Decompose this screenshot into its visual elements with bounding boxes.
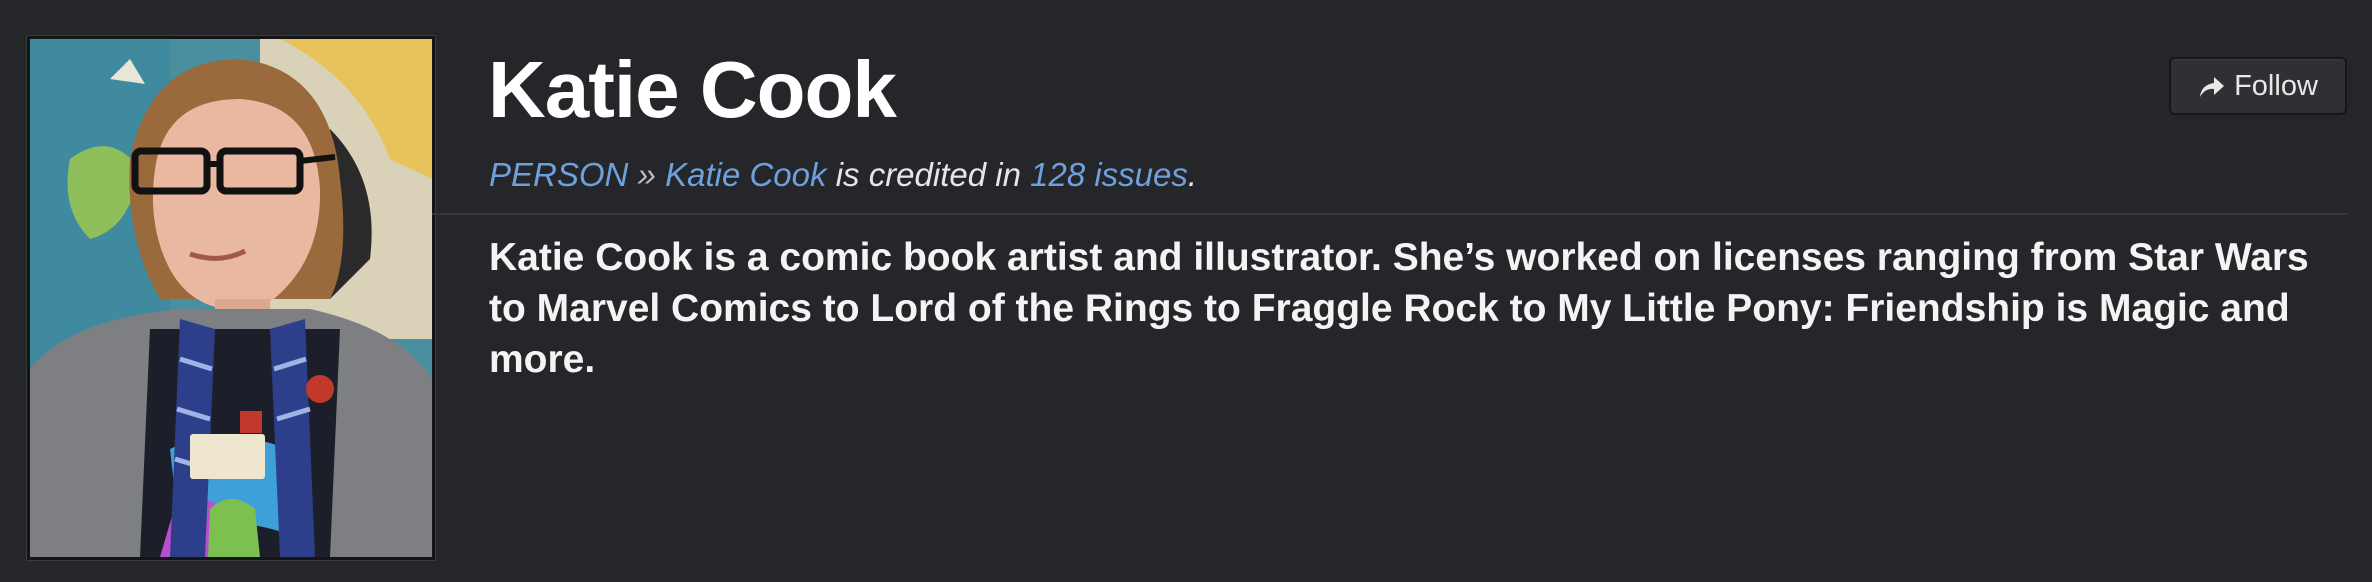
- person-bio: Katie Cook is a comic book artist and il…: [489, 236, 2309, 381]
- breadcrumb-separator: »: [637, 156, 656, 193]
- follow-button[interactable]: Follow: [2169, 57, 2347, 115]
- breadcrumb-person-link[interactable]: Katie Cook: [665, 156, 826, 193]
- page-title: Katie Cook: [488, 45, 897, 134]
- header-divider: [432, 213, 2348, 215]
- breadcrumb: PERSON » Katie Cook is credited in 128 i…: [489, 150, 1197, 200]
- person-photo-image: [30, 39, 432, 557]
- follow-button-label: Follow: [2234, 69, 2318, 102]
- person-photo: [27, 36, 435, 560]
- breadcrumb-end: .: [1187, 156, 1198, 193]
- breadcrumb-credit-text: is credited in: [835, 156, 1021, 193]
- share-arrow-icon: [2200, 77, 2225, 97]
- breadcrumb-category-link[interactable]: PERSON: [489, 156, 628, 193]
- issues-count-link[interactable]: 128 issues: [1030, 156, 1188, 193]
